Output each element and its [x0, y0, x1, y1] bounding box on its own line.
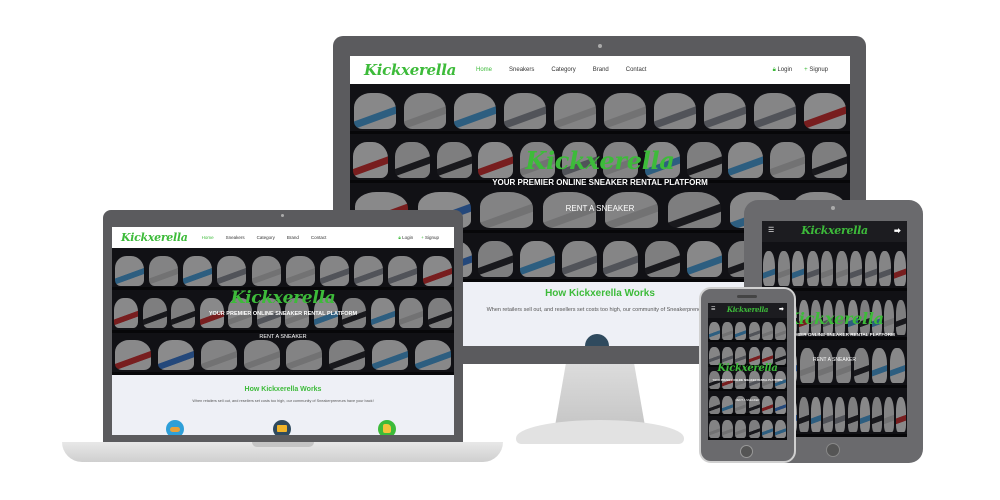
hero-content: Kickxerella YOUR PREMIER ONLINE SNEAKER …: [708, 318, 787, 440]
rent-sneaker-button[interactable]: RENT A SNEAKER: [259, 334, 306, 340]
login-label: Login: [777, 66, 793, 73]
nav-sneakers[interactable]: Sneakers: [509, 67, 534, 73]
monitor-base: [516, 420, 684, 444]
nav-contact[interactable]: Contact: [626, 67, 647, 73]
login-link[interactable]: 🔒︎ Login: [398, 235, 413, 240]
nav-home[interactable]: Home: [476, 67, 492, 73]
nav-home[interactable]: Home: [202, 235, 214, 240]
nav-contact[interactable]: Contact: [311, 235, 327, 240]
brand-logo[interactable]: Kickxerella: [364, 61, 456, 79]
hero-tagline: YOUR PREMIER ONLINE SNEAKER RENTAL PLATF…: [712, 379, 783, 382]
nav-brand[interactable]: Brand: [287, 235, 299, 240]
signup-label: Signup: [424, 235, 439, 240]
hero-logo: Kickxerella: [230, 288, 336, 308]
brand-logo[interactable]: Kickxerella: [762, 224, 907, 237]
tablet-home-button[interactable]: [826, 443, 840, 457]
laptop-camera: [281, 214, 284, 217]
nav-category[interactable]: Category: [257, 235, 275, 240]
tablet-navbar: ☰ Kickxerella ⮕: [762, 221, 907, 242]
login-link[interactable]: 🔒︎ Login: [773, 67, 793, 74]
login-label: Login: [402, 235, 414, 240]
hero-content: Kickxerella YOUR PREMIER ONLINE SNEAKER …: [112, 248, 454, 375]
nav-brand[interactable]: Brand: [593, 67, 609, 73]
brand-logo[interactable]: Kickxerella: [708, 305, 787, 314]
brand-logo[interactable]: Kickxerella: [121, 231, 188, 244]
shoe-icon: [585, 334, 609, 346]
rent-sneaker-button[interactable]: RENT A SNEAKER: [566, 204, 635, 213]
how-it-works-section: How Kickxerella Works When retailers sel…: [112, 375, 454, 435]
how-title: How Kickxerella Works: [244, 386, 322, 393]
desktop-navbar: Kickxerella Home Sneakers Category Brand…: [350, 56, 850, 84]
share-icon[interactable]: ⮕: [894, 226, 901, 236]
phone-speaker: [737, 295, 757, 298]
hero-tagline: YOUR PREMIER ONLINE SNEAKER RENTAL PLATF…: [492, 178, 708, 187]
share-icon[interactable]: ⮕: [779, 306, 784, 313]
money-icon: [273, 420, 291, 435]
monitor-camera: [598, 44, 602, 48]
hero-logo: Kickxerella: [717, 363, 778, 374]
thumbs-up-icon: [378, 420, 396, 435]
auth-links: 🔒︎ Login + Signup: [398, 235, 445, 240]
main-menu: Home Sneakers Category Brand Contact: [202, 235, 327, 240]
signup-link[interactable]: + Signup: [804, 67, 828, 74]
phone-home-button[interactable]: [740, 445, 753, 458]
signup-link[interactable]: + Signup: [421, 235, 439, 240]
hero-tagline: YOUR PREMIER ONLINE SNEAKER RENTAL PLATF…: [208, 311, 358, 317]
lock-icon: 🔒︎: [772, 66, 776, 73]
rent-sneaker-button[interactable]: RENT A SNEAKER: [813, 357, 856, 363]
nav-sneakers[interactable]: Sneakers: [226, 235, 245, 240]
lock-icon: 🔒︎: [398, 235, 401, 240]
auth-links: 🔒︎ Login + Signup: [773, 67, 836, 74]
phone-screen: ☰ Kickxerella ⮕ Kickxerella YOUR PREMIER…: [708, 303, 787, 440]
laptop-notch: [252, 442, 314, 447]
monitor-neck: [555, 364, 645, 426]
shoe-icon: [166, 420, 184, 435]
main-menu: Home Sneakers Category Brand Contact: [476, 67, 646, 73]
hero-logo: Kickxerella: [525, 146, 675, 175]
signup-label: Signup: [809, 66, 828, 73]
plus-icon: +: [421, 235, 424, 240]
laptop-navbar: Kickxerella Home Sneakers Category Brand…: [112, 227, 454, 248]
how-text: When retailers sell out, and resellers s…: [192, 399, 374, 403]
nav-category[interactable]: Category: [551, 67, 575, 73]
tablet-camera: [831, 206, 835, 210]
laptop-screen: Kickxerella Home Sneakers Category Brand…: [112, 227, 454, 435]
phone-navbar: ☰ Kickxerella ⮕: [708, 303, 787, 318]
rent-sneaker-button[interactable]: RENT A SNEAKER: [735, 398, 759, 402]
plus-icon: +: [804, 66, 808, 73]
